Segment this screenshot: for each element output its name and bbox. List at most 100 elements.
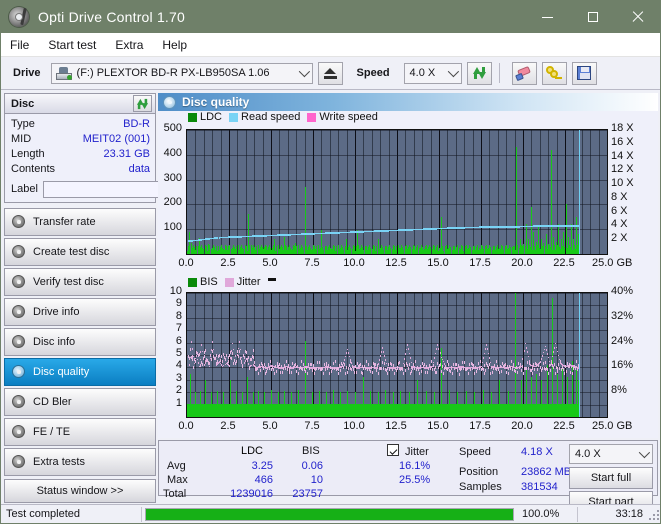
jitter-noise	[193, 365, 195, 369]
sidebar-item-drive-info[interactable]: Drive info	[4, 298, 156, 326]
jitter-noise	[550, 368, 552, 372]
sidebar-item-fe-te[interactable]: FE / TE	[4, 418, 156, 446]
results-header-ldc: LDC	[241, 445, 264, 457]
jitter-noise	[450, 369, 452, 373]
sidebar-item-cd-bler[interactable]: CD Bler	[4, 388, 156, 416]
sidebar-item-disc-quality[interactable]: Disc quality	[4, 358, 156, 386]
jitter-noise	[569, 363, 571, 367]
position-label: Position	[459, 466, 499, 478]
gridline	[573, 130, 575, 254]
x-axis-tick: 25.0 GB	[592, 257, 633, 269]
gridline	[380, 130, 382, 254]
gridline	[313, 130, 314, 254]
jitter-noise	[356, 370, 357, 374]
jitter-noise	[528, 361, 530, 365]
data-spike	[195, 249, 197, 254]
gridline	[187, 317, 607, 319]
drive-select[interactable]: (F:) PLEXTOR BD-R PX-LB950SA 1.06	[50, 62, 313, 84]
series-point	[233, 348, 235, 351]
data-spike	[566, 377, 568, 417]
jitter-noise	[310, 362, 312, 366]
data-spike	[563, 231, 565, 254]
jitter-noise	[189, 348, 191, 352]
menu-extra[interactable]: Extra	[115, 38, 143, 52]
jitter-noise	[500, 365, 502, 369]
data-spike	[307, 249, 309, 254]
title-bar: Opti Drive Control 1.70	[1, 1, 660, 33]
jitter-noise	[227, 355, 229, 359]
eject-button[interactable]	[317, 61, 343, 85]
series-point	[439, 352, 441, 354]
data-spike	[541, 379, 543, 417]
data-spike	[551, 297, 553, 417]
left-sidebar: Disc Type BD-R MID MEIT02 (001) Length 2…	[1, 90, 244, 515]
close-button[interactable]	[615, 1, 660, 33]
jitter-noise	[222, 360, 224, 364]
gridline	[371, 130, 373, 254]
sidebar-item-extra-tests[interactable]: Extra tests	[4, 448, 156, 476]
jitter-noise	[202, 356, 204, 360]
jitter-noise	[326, 363, 328, 367]
data-spike	[565, 204, 567, 254]
status-window-button[interactable]: Status window >>	[4, 479, 156, 503]
test-speed-select[interactable]: 4.0 X	[569, 444, 653, 464]
data-spike	[271, 249, 272, 254]
x-axis-tick: 12.5	[385, 420, 407, 432]
jitter-noise	[305, 369, 307, 373]
speed-label: Speed	[356, 67, 390, 79]
minimize-button[interactable]	[525, 1, 570, 33]
data-spike	[274, 239, 276, 254]
ldc-chart-legend: LDC Read speed Write speed	[188, 111, 385, 123]
jitter-noise	[541, 367, 543, 371]
jitter-noise	[267, 367, 269, 371]
save-button[interactable]	[571, 61, 597, 85]
gridline	[405, 130, 407, 254]
results-avg-ldc: 3.25	[251, 460, 273, 472]
gridline	[187, 355, 607, 356]
jitter-noise	[329, 372, 331, 376]
sidebar-item-transfer-rate[interactable]: Transfer rate	[4, 208, 156, 236]
disc-refresh-button[interactable]	[133, 95, 152, 112]
maximize-button[interactable]	[570, 1, 615, 33]
key-button[interactable]	[541, 61, 567, 85]
data-spike	[210, 250, 212, 254]
data-spike	[304, 187, 306, 254]
data-spike	[433, 249, 435, 254]
status-message: Test completed	[6, 508, 80, 520]
gridline	[590, 130, 592, 254]
jitter-noise	[436, 370, 438, 374]
sidebar-item-verify-test-disc[interactable]: Verify test disc	[4, 268, 156, 296]
gridline	[195, 130, 197, 254]
refresh-button[interactable]	[466, 61, 492, 85]
x-axis-tick: 17.5	[469, 257, 491, 269]
jitter-noise	[295, 370, 297, 374]
jitter-noise	[491, 370, 493, 374]
series-point	[382, 351, 384, 353]
disc-icon	[12, 335, 26, 349]
menu-start-test[interactable]: Start test	[48, 38, 96, 52]
erase-button[interactable]	[511, 61, 537, 85]
x-axis-tick: 2.5	[220, 257, 236, 269]
jitter-checkbox[interactable]	[387, 444, 399, 457]
series-point	[556, 350, 558, 353]
jitter-noise	[257, 367, 259, 371]
start-full-button[interactable]: Start full	[569, 467, 653, 489]
sidebar-item-create-test-disc[interactable]: Create test disc	[4, 238, 156, 266]
speed-select[interactable]: 4.0 X	[403, 62, 462, 84]
resize-grip[interactable]	[648, 509, 659, 520]
data-spike	[560, 239, 562, 254]
data-spike	[530, 206, 532, 254]
menu-help[interactable]: Help	[162, 38, 187, 52]
jitter-noise	[201, 362, 203, 366]
jitter-noise	[331, 367, 333, 371]
menu-file[interactable]: File	[10, 38, 29, 52]
data-spike	[408, 392, 410, 417]
jitter-noise	[272, 367, 274, 371]
data-spike	[570, 224, 572, 254]
jitter-noise	[570, 371, 572, 375]
jitter-noise	[318, 367, 320, 371]
sidebar-item-disc-info[interactable]: Disc info	[4, 328, 156, 356]
data-spike	[400, 248, 402, 254]
x-axis-tick: 10.0	[343, 420, 365, 432]
progress-percent: 100.0%	[522, 508, 560, 520]
